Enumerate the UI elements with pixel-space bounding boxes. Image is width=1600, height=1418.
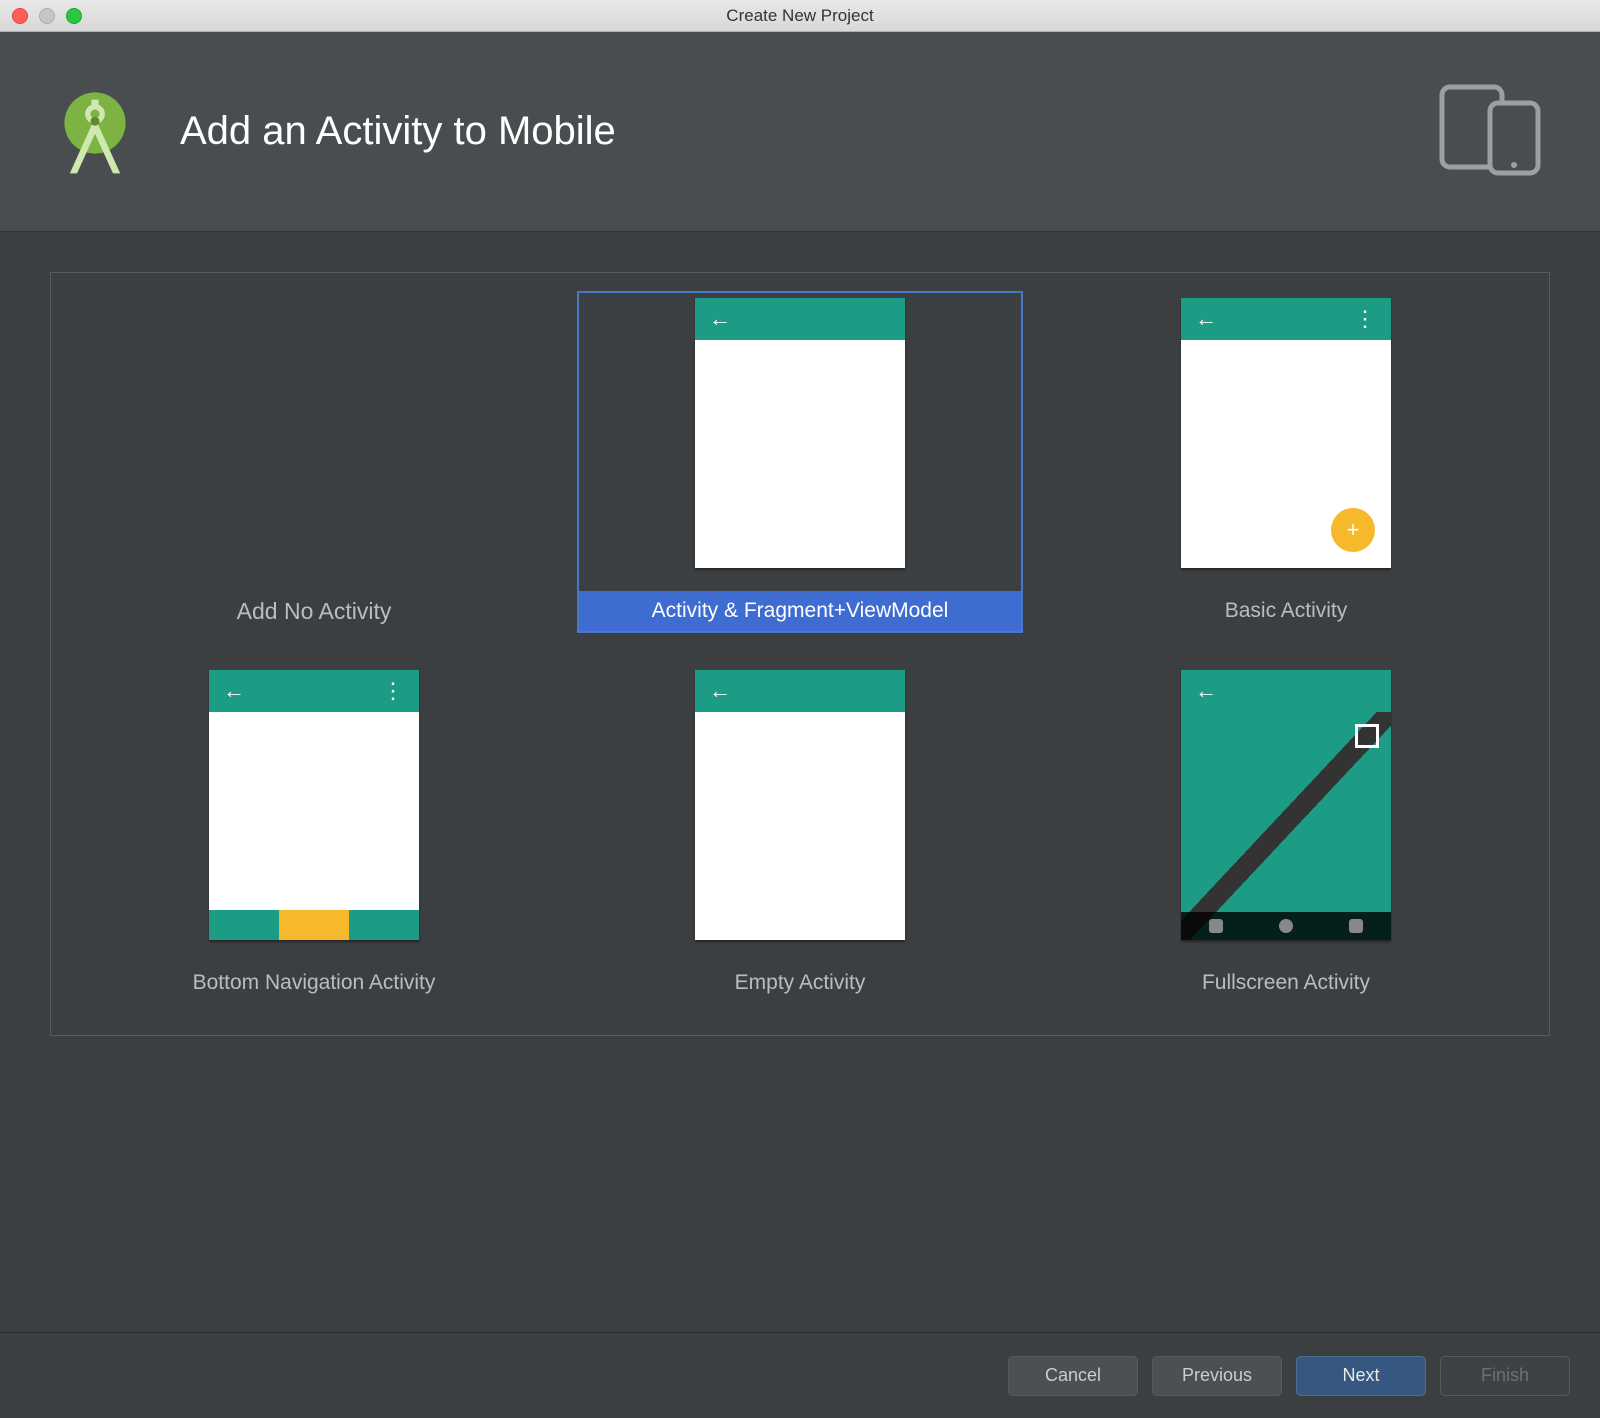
preview-body: + [1181, 340, 1391, 568]
back-arrow-icon: ← [1195, 680, 1217, 702]
template-label: Empty Activity [723, 963, 878, 1003]
template-option[interactable]: ← Fullscreen Activity [1063, 663, 1509, 1005]
overflow-menu-icon: ⋮ [382, 678, 405, 704]
fullscreen-icon [1355, 724, 1379, 748]
template-option[interactable]: ← Activity & Fragment+ViewModel [577, 291, 1023, 633]
preview-appbar: ← [695, 298, 905, 340]
window-controls [12, 8, 82, 24]
preview-body [695, 712, 905, 940]
template-option[interactable]: Add No Activity [91, 291, 537, 633]
wizard-footer: Cancel Previous Next Finish [0, 1332, 1600, 1418]
template-label: Bottom Navigation Activity [181, 963, 448, 1003]
preview-body [1181, 712, 1391, 940]
template-preview: ←⋮ [209, 670, 419, 940]
template-preview: ← [695, 298, 905, 568]
previous-button[interactable]: Previous [1152, 1356, 1282, 1396]
template-option[interactable]: ←⋮ Bottom Navigation Activity [91, 663, 537, 1005]
overflow-menu-icon: ⋮ [1354, 306, 1377, 332]
template-grid-frame: Add No Activity ← Activity & Fragment+Vi… [50, 272, 1550, 1036]
devices-icon [1430, 79, 1550, 184]
cancel-button[interactable]: Cancel [1008, 1356, 1138, 1396]
preview-body [209, 712, 419, 910]
back-arrow-icon: ← [1195, 308, 1217, 330]
template-label: Fullscreen Activity [1190, 963, 1382, 1003]
template-preview: ←⋮ + [1181, 298, 1391, 568]
android-studio-logo-icon [50, 87, 140, 177]
window-titlebar: Create New Project [0, 0, 1600, 32]
template-label: Basic Activity [1213, 591, 1360, 631]
template-thumbnail: ← [1176, 665, 1396, 945]
back-arrow-icon: ← [709, 680, 731, 702]
page-title: Add an Activity to Mobile [180, 109, 616, 154]
template-preview: ← [695, 670, 905, 940]
fab-icon: + [1331, 508, 1375, 552]
template-thumbnail: ← [690, 293, 910, 573]
back-arrow-icon: ← [709, 308, 731, 330]
next-button[interactable]: Next [1296, 1356, 1426, 1396]
minimize-window-button[interactable] [39, 8, 55, 24]
preview-appbar: ← [695, 670, 905, 712]
template-label: Activity & Fragment+ViewModel [579, 591, 1021, 631]
preview-body [695, 340, 905, 568]
template-label: Add No Activity [225, 591, 404, 631]
template-thumbnail: ←⋮ [204, 665, 424, 945]
template-option[interactable]: ←⋮ + Basic Activity [1063, 291, 1509, 633]
wizard-header: Add an Activity to Mobile [0, 32, 1600, 232]
back-arrow-icon: ← [223, 680, 245, 702]
maximize-window-button[interactable] [66, 8, 82, 24]
system-navbar-icon [1181, 912, 1391, 940]
template-preview: ← [1181, 670, 1391, 940]
preview-appbar: ← [1181, 670, 1391, 712]
template-thumbnail: ←⋮ + [1176, 293, 1396, 573]
template-option[interactable]: ← Empty Activity [577, 663, 1023, 1005]
template-thumbnail [204, 293, 424, 573]
finish-button[interactable]: Finish [1440, 1356, 1570, 1396]
close-window-button[interactable] [12, 8, 28, 24]
preview-appbar: ←⋮ [209, 670, 419, 712]
bottom-nav-icon [209, 910, 419, 940]
template-thumbnail: ← [690, 665, 910, 945]
preview-appbar: ←⋮ [1181, 298, 1391, 340]
wizard-content: Add No Activity ← Activity & Fragment+Vi… [0, 232, 1600, 1056]
template-grid: Add No Activity ← Activity & Fragment+Vi… [91, 291, 1509, 1005]
window-title: Create New Project [0, 6, 1600, 26]
